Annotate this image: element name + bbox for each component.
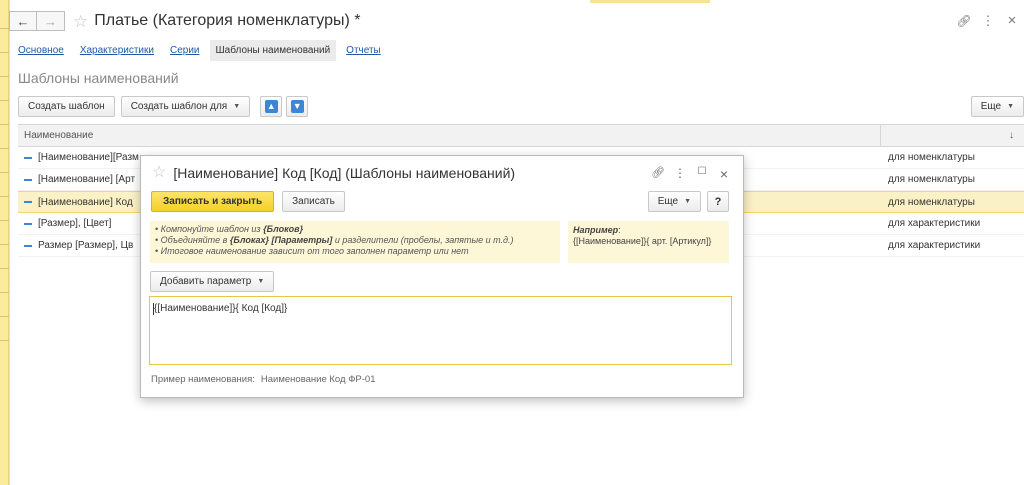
row-marker-icon xyxy=(24,156,32,159)
tab-characteristics[interactable]: Характеристики xyxy=(80,40,154,61)
row-target: для характеристики xyxy=(888,240,981,251)
example-box: Например: {[Наименование]}{ арт. [Артику… xyxy=(568,221,729,263)
template-input[interactable]: {[Наименование]}{ Код [Код]} xyxy=(149,296,732,365)
tab-main[interactable]: Основное xyxy=(18,40,64,61)
row-marker-icon xyxy=(24,178,32,181)
maximize-icon[interactable]: ☐ xyxy=(691,166,713,182)
tab-name-templates[interactable]: Шаблоны наименований xyxy=(209,40,337,61)
row-marker-icon xyxy=(24,201,32,203)
more-actions-label: Еще xyxy=(980,101,1002,112)
section-title: Шаблоны наименований xyxy=(18,70,179,86)
link-icon[interactable]: 🔗︎ xyxy=(952,14,976,28)
dialog-controls: 🔗︎ ⋮ ☐ × xyxy=(647,166,735,182)
sample-value: Наименование Код ФР-01 xyxy=(260,374,376,385)
column-header-name[interactable]: Наименование xyxy=(18,125,881,146)
row-target: для номенклатуры xyxy=(888,174,975,185)
window-header: ← → ☆ Платье (Категория номенклатуры) * xyxy=(9,10,360,32)
window-controls: 🔗︎ ⋮ × xyxy=(952,12,1024,29)
row-name: [Наименование] [Арт xyxy=(38,174,136,185)
close-icon[interactable]: × xyxy=(713,166,735,182)
hint-line: • Объединяйте в {Блоках} [Параметры] и р… xyxy=(155,235,514,245)
example-header: Например xyxy=(573,225,619,235)
dialog-toolbar: Записать и закрыть Записать xyxy=(151,191,351,212)
template-dialog: ☆ [Наименование] Код [Код] (Шаблоны наим… xyxy=(140,155,744,398)
row-marker-icon xyxy=(24,222,32,225)
hint-box: • Компонуйте шаблон из {Блоков} • Объеди… xyxy=(150,221,560,263)
add-param-wrap: Добавить параметр ▼ xyxy=(150,271,280,292)
more-actions-button[interactable]: Еще ▼ xyxy=(970,96,1024,117)
row-target: для характеристики xyxy=(888,218,981,229)
dialog-more-label: Еще xyxy=(657,196,679,207)
sort-arrow-icon: ↓ xyxy=(1009,130,1014,141)
list-toolbar: Создать шаблон Создать шаблон для ▼ ▲ ▼ xyxy=(18,96,309,117)
table-header: Наименование ↓ xyxy=(18,124,1024,147)
left-sidebar-strip xyxy=(0,0,9,485)
row-target: для номенклатуры xyxy=(888,152,975,163)
row-name: [Наименование][Разм xyxy=(38,152,139,163)
sample-label: Пример наименования: xyxy=(151,374,255,385)
favorite-star-icon[interactable]: ☆ xyxy=(73,13,88,30)
hint-line: • Компонуйте шаблон из {Блоков} xyxy=(155,224,304,234)
create-template-label: Создать шаблон xyxy=(28,101,105,112)
favorite-star-icon[interactable]: ☆ xyxy=(152,165,166,181)
forward-button[interactable]: → xyxy=(37,11,65,31)
chevron-down-icon: ▼ xyxy=(257,278,265,285)
save-and-close-button[interactable]: Записать и закрыть xyxy=(151,191,275,212)
page-title: Платье (Категория номенклатуры) * xyxy=(94,12,361,29)
dialog-more-wrap: Еще ▼ ? xyxy=(647,191,729,212)
chevron-down-icon: ▼ xyxy=(1007,103,1014,110)
link-icon[interactable]: 🔗︎ xyxy=(647,166,669,182)
forward-arrow-icon: → xyxy=(44,13,57,29)
add-parameter-button[interactable]: Добавить параметр ▼ xyxy=(150,271,275,292)
move-up-button[interactable]: ▲ xyxy=(260,96,283,117)
row-name: [Размер], [Цвет] xyxy=(38,218,112,229)
save-and-close-label: Записать и закрыть xyxy=(163,196,263,207)
back-arrow-icon: ← xyxy=(16,13,30,29)
save-label: Записать xyxy=(292,196,335,207)
back-button[interactable]: ← xyxy=(9,11,37,31)
close-icon[interactable]: × xyxy=(1000,12,1024,29)
dialog-title: [Наименование] Код [Код] (Шаблоны наимен… xyxy=(173,165,516,181)
create-template-button[interactable]: Создать шаблон xyxy=(18,96,115,117)
create-template-for-label: Создать шаблон для xyxy=(130,101,228,112)
sample-name-row: Пример наименования: Наименование Код ФР-… xyxy=(151,374,375,385)
add-parameter-label: Добавить параметр xyxy=(160,276,252,287)
hint-line: • Итоговое наименование зависит от того … xyxy=(155,246,469,256)
chevron-down-icon: ▼ xyxy=(684,198,691,205)
row-name: [Наименование] Код xyxy=(38,196,133,208)
tab-bar: Основное Характеристики Серии Шаблоны на… xyxy=(18,40,397,61)
dialog-more-button[interactable]: Еще ▼ xyxy=(647,191,701,212)
dialog-header: ☆ [Наименование] Код [Код] (Шаблоны наим… xyxy=(152,165,516,182)
move-down-button[interactable]: ▼ xyxy=(286,96,309,117)
tab-reports[interactable]: Отчеты xyxy=(346,40,381,61)
chevron-down-icon: ▼ xyxy=(233,103,241,110)
arrow-down-icon: ▼ xyxy=(290,100,304,113)
column-header-target[interactable]: ↓ xyxy=(881,130,1024,141)
create-template-for-dropdown[interactable]: Создать шаблон для ▼ xyxy=(120,96,251,117)
more-actions-wrap: Еще ▼ xyxy=(970,96,1024,117)
save-button[interactable]: Записать xyxy=(282,191,345,212)
example-value: {[Наименование]}{ арт. [Артикул]} xyxy=(573,236,712,246)
row-target: для номенклатуры xyxy=(888,196,975,208)
more-menu-icon[interactable]: ⋮ xyxy=(669,166,691,182)
tab-series[interactable]: Серии xyxy=(170,40,200,61)
more-menu-icon[interactable]: ⋮ xyxy=(976,13,1000,29)
help-button[interactable]: ? xyxy=(707,191,729,212)
row-marker-icon xyxy=(24,244,32,247)
arrow-up-icon: ▲ xyxy=(264,100,278,113)
row-name: Размер [Размер], Цв xyxy=(38,240,134,251)
